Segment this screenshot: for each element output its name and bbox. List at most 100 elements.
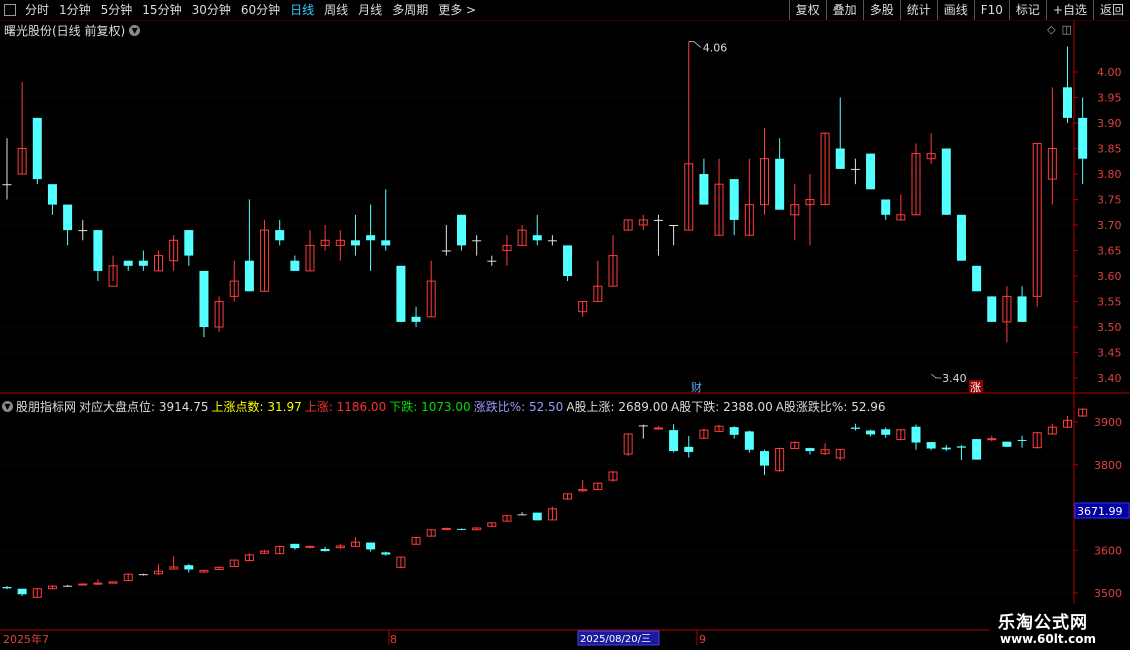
main-y-tick-label: 3.55 (1097, 296, 1122, 309)
main-y-tick-label: 3.80 (1097, 168, 1122, 181)
main-candle (123, 260, 133, 266)
main-candle (1063, 87, 1072, 118)
date-label-jul: 2025年7 (3, 632, 49, 646)
watermark-title: 乐淘公式网 (998, 613, 1088, 633)
main-candle (532, 235, 542, 241)
ind-candle (320, 548, 330, 552)
watermark-url: www.60lt.com (1000, 632, 1097, 646)
main-candle (835, 148, 845, 169)
main-candle (47, 184, 57, 205)
main-candle (2, 184, 12, 186)
main-candle (850, 168, 860, 170)
ind-candle (532, 512, 542, 521)
ind-y-tick-label: 3600 (1094, 544, 1122, 557)
main-candle (93, 230, 103, 271)
main-candle (78, 230, 88, 232)
ind-candle (290, 543, 300, 549)
main-candle (941, 148, 951, 215)
main-y-tick-label: 3.40 (1097, 372, 1122, 385)
kline-chart-area: 4.00 3.95 3.90 3.85 3.80 3.75 3.70 3.65 3.60 3.55… (0, 20, 1130, 646)
main-candle (457, 214, 466, 246)
main-y-tick-label: 3.75 (1097, 194, 1122, 207)
ind-y-tick-label: 3500 (1094, 587, 1122, 600)
ind-candle (881, 429, 891, 435)
main-candle (396, 265, 406, 322)
ind-candle (638, 425, 648, 427)
ind-candle (305, 545, 315, 548)
watermark-logo: 乐淘公式网 www.60lt.com (990, 604, 1130, 650)
main-candle (729, 179, 739, 220)
main-candle (32, 117, 42, 180)
high-pointer (688, 41, 702, 48)
ind-y-tick-label: 3900 (1094, 416, 1122, 429)
ind-candle (911, 426, 921, 443)
date-cursor-label: 2025/08/20/三 (580, 634, 651, 645)
main-candle (199, 270, 209, 327)
main-y-tick-label: 3.45 (1097, 347, 1122, 360)
ind-candle (63, 585, 73, 587)
main-candle (290, 260, 300, 271)
main-y-tick-label: 3.60 (1097, 270, 1122, 283)
date-label-aug: 8 (390, 633, 397, 646)
main-candle (472, 240, 482, 242)
main-y-tick-label: 3.95 (1097, 92, 1122, 105)
main-candle (244, 260, 254, 292)
ind-candle (760, 451, 769, 466)
main-candle (411, 316, 421, 322)
ind-candle (78, 583, 88, 586)
low-price-label: 3.40 (942, 372, 967, 385)
main-candle (381, 240, 391, 246)
ind-candle (972, 439, 982, 460)
ind-candle (805, 448, 815, 452)
main-candle (972, 265, 982, 292)
main-candle (487, 260, 497, 262)
low-pointer (930, 373, 942, 379)
ind-y-tick-label: 3800 (1094, 459, 1122, 472)
ind-candle (850, 427, 860, 429)
ind-candle (366, 542, 376, 550)
ind-candle (956, 446, 966, 448)
ind-candle (1002, 441, 1012, 447)
zhang-badge: 涨 (970, 381, 981, 394)
ind-candle (93, 582, 103, 585)
main-candle (1078, 117, 1088, 159)
current-value-label: 3671.99 (1077, 505, 1123, 518)
main-y-tick-label: 3.50 (1097, 321, 1122, 334)
ind-candle (2, 587, 12, 589)
main-candle (547, 240, 557, 242)
main-candle (184, 230, 194, 256)
main-candle (275, 230, 285, 241)
ind-candle (987, 438, 997, 441)
main-candle (441, 250, 451, 252)
main-candle (987, 296, 997, 322)
ind-candle (457, 528, 466, 530)
main-candle (63, 204, 73, 231)
finance-badge: 财 (691, 380, 702, 394)
main-y-tick-label: 3.65 (1097, 245, 1122, 258)
main-candle (366, 235, 376, 241)
ind-candle (926, 442, 936, 449)
main-y-tick-label: 3.70 (1097, 219, 1122, 232)
main-candle (956, 214, 966, 261)
main-candle (699, 174, 709, 205)
main-y-tick-label: 4.00 (1097, 66, 1122, 79)
ind-candle (138, 574, 148, 576)
ind-candle (381, 552, 391, 555)
main-y-tick-label: 3.90 (1097, 117, 1122, 130)
main-y-tick-label: 3.85 (1097, 143, 1122, 156)
ind-candle (184, 565, 194, 570)
ind-candle (17, 588, 27, 595)
main-candle (881, 199, 891, 215)
main-candle (1017, 296, 1027, 322)
ind-candle (729, 427, 739, 435)
main-candle (138, 260, 148, 266)
ind-candle (441, 527, 451, 530)
ind-candle (1017, 439, 1027, 441)
date-label-sep: 9 (699, 633, 706, 646)
main-candle (350, 240, 360, 246)
ind-candle (866, 430, 876, 435)
main-candle (866, 153, 876, 190)
main-candle (669, 225, 679, 226)
ind-candle (653, 427, 663, 430)
ind-candle (744, 431, 754, 450)
